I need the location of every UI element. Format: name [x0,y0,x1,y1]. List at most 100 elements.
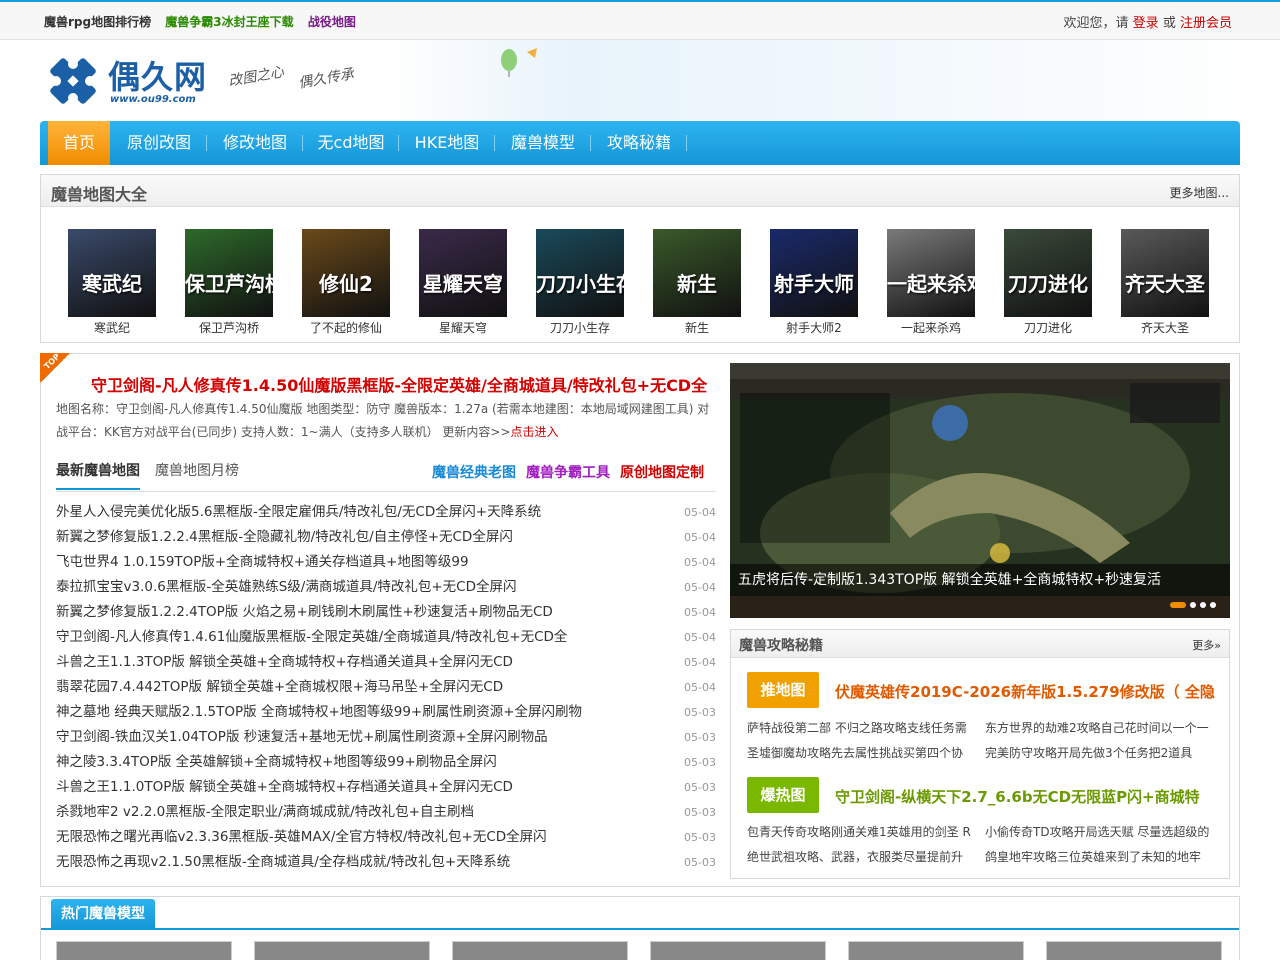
more-maps-link[interactable]: 更多地图... [1170,184,1229,201]
map-thumb-image[interactable]: 寒武纪 [68,229,156,317]
map-thumb[interactable]: 新生 新生 [653,229,741,336]
guide-item[interactable]: 小偷传奇TD攻略开局选天赋 尽量选超级的 [985,823,1211,840]
nav-guides[interactable]: 攻略秘籍 [598,121,680,165]
list-item[interactable]: 杀戮地牢2 v2.2.0黑框版-全限定职业/满商城成就/特改礼包+自主刷档 05-… [56,800,716,825]
download-link[interactable]: 魔兽争霸3冰封王座下载 [165,15,293,29]
map-thumb-image[interactable]: 射手大师 [770,229,858,317]
map-thumb-caption[interactable]: 刀刀小生存 [536,319,624,336]
list-item-title[interactable]: 守卫剑阁-凡人修真传1.4.61仙魔版黑框版-全限定英雄/全商城道具/特改礼包+… [56,629,567,645]
list-item-title[interactable]: 斗兽之王1.1.0TOP版 解锁全英雄+全商城特权+存档通关道具+全屏闪无CD [56,779,513,795]
list-item-title[interactable]: 神之陵3.3.4TOP版 全英雄解锁+全商城特权+地图等级99+刷物品全屏闪 [56,754,497,770]
custom-map-link[interactable]: 原创地图定制 [620,462,704,482]
map-thumb-image[interactable]: 刀刀进化 [1004,229,1092,317]
guide-item[interactable]: 绝世武祖攻略、武器，衣服类尽量提前升 [747,848,973,865]
list-item-title[interactable]: 外星人入侵完美优化版5.6黑框版-全限定雇佣兵/特改礼包/无CD全屏闪+天降系统 [56,504,541,520]
slide-dot[interactable] [1210,602,1216,608]
model-thumbnail[interactable] [254,941,430,960]
nav-nocd[interactable]: 无cd地图 [310,121,392,165]
slideshow[interactable]: 五虎将后传-定制版1.343TOP版 解锁全英雄+全商城特权+秒速复活 [730,363,1230,618]
list-item[interactable]: 神之墓地 经典天赋版2.1.5TOP版 全商城特权+地图等级99+刷属性刷资源+… [56,700,716,725]
model-thumbnail[interactable] [650,941,826,960]
list-item-title[interactable]: 守卫剑阁-铁血汉关1.04TOP版 秒速复活+基地无忧+刷属性刷资源+全屏闪刷物… [56,729,548,745]
list-item[interactable]: 新翼之梦修复版1.2.2.4黑框版-全隐藏礼物/特改礼包/自主停怪+无CD全屏闪… [56,525,716,550]
nav-models[interactable]: 魔兽模型 [502,121,584,165]
burst-guide-title[interactable]: 守卫剑阁-纵横天下2.7_6.6b无CD无限蓝P闪+商城特 [835,786,1215,807]
guide-item[interactable]: 萨特战役第二部 不归之路攻略支线任务需 [747,719,973,736]
list-item-title[interactable]: 斗兽之王1.1.3TOP版 解锁全英雄+全商城特权+存档通关道具+全屏闪无CD [56,654,513,670]
site-logo[interactable]: 偶久网 www.ou99.com [44,50,224,112]
list-item[interactable]: 翡翠花园7.4.442TOP版 解锁全英雄+全商城权限+海马吊坠+全屏闪无CD 0… [56,675,716,700]
list-item[interactable]: 泰拉抓宝宝v3.0.6黑框版-全英雄熟练S级/满商城道具/特改礼包+无CD全屏闪… [56,575,716,600]
guide-item[interactable]: 包青天传奇攻略刚通关难1英雄用的剑圣 R [747,823,973,840]
enter-link[interactable]: 点击进入 [511,425,559,439]
featured-headline[interactable]: 守卫剑阁-凡人修真传1.4.50仙魔版黑框版-全限定英雄/全商城道具/特改礼包+… [91,372,707,396]
map-thumb[interactable]: 保卫芦沟桥保卫芦沟桥 [185,229,273,336]
map-thumb-image[interactable]: 星耀天穹 [419,229,507,317]
list-item-title[interactable]: 神之墓地 经典天赋版2.1.5TOP版 全商城特权+地图等级99+刷属性刷资源+… [56,704,582,720]
slide-dot[interactable] [1190,602,1196,608]
register-link[interactable]: 注册会员 [1180,16,1232,31]
list-item-title[interactable]: 杀戮地牢2 v2.2.0黑框版-全限定职业/满商城成就/特改礼包+自主刷档 [56,804,474,820]
list-item-title[interactable]: 翡翠花园7.4.442TOP版 解锁全英雄+全商城权限+海马吊坠+全屏闪无CD [56,679,503,695]
map-thumb-caption[interactable]: 射手大师2 [770,319,858,336]
map-thumb-caption[interactable]: 星耀天穹 [419,319,507,336]
map-thumb-caption[interactable]: 齐天大圣 [1121,319,1209,336]
model-thumbnail[interactable] [56,941,232,960]
list-item-title[interactable]: 无限恐怖之曙光再临v2.3.36黑框版-英雄MAX/全官方特权/特改礼包+无CD… [56,829,547,845]
slideshow-caption[interactable]: 五虎将后传-定制版1.343TOP版 解锁全英雄+全商城特权+秒速复活 [730,564,1230,596]
list-item-title[interactable]: 泰拉抓宝宝v3.0.6黑框版-全英雄熟练S级/满商城道具/特改礼包+无CD全屏闪 [56,579,517,595]
classic-maps-link[interactable]: 魔兽经典老图 [432,462,516,482]
list-item-title[interactable]: 新翼之梦修复版1.2.2.4TOP版 火焰之易+刷钱刷木刷属性+秒速复活+刷物品… [56,604,553,620]
map-thumb-caption[interactable]: 保卫芦沟桥 [185,319,273,336]
map-thumb[interactable]: 射手大师射手大师2 [770,229,858,336]
nav-original[interactable]: 原创改图 [118,121,200,165]
map-thumb[interactable]: 星耀天穹 星耀天穹 [419,229,507,336]
map-thumb-caption[interactable]: 寒武纪 [68,319,156,336]
list-item[interactable]: 守卫剑阁-铁血汉关1.04TOP版 秒速复活+基地无忧+刷属性刷资源+全屏闪刷物… [56,725,716,750]
map-thumb[interactable]: 寒武纪 寒武纪 [68,229,156,336]
list-item[interactable]: 守卫剑阁-凡人修真传1.4.61仙魔版黑框版-全限定英雄/全商城道具/特改礼包+… [56,625,716,650]
map-thumb-caption[interactable]: 了不起的修仙 [302,319,390,336]
guide-item[interactable]: 圣墟御魔劫攻略先去属性挑战买第四个协 [747,744,973,761]
guide-item[interactable]: 鸽皇地牢攻略三位英雄来到了未知的地牢 [985,848,1211,865]
nav-modified[interactable]: 修改地图 [214,121,296,165]
slide-dot[interactable] [1200,602,1206,608]
tools-link[interactable]: 魔兽争霸工具 [526,462,610,482]
map-thumb[interactable]: 修仙2 了不起的修仙 [302,229,390,336]
list-item[interactable]: 斗兽之王1.1.3TOP版 解锁全英雄+全商城特权+存档通关道具+全屏闪无CD 0… [56,650,716,675]
map-thumb-image[interactable]: 修仙2 [302,229,390,317]
map-thumb[interactable]: 一起来杀鸡一起来杀鸡 [887,229,975,336]
map-thumb-caption[interactable]: 刀刀进化 [1004,319,1092,336]
map-thumb-image[interactable]: 一起来杀鸡 [887,229,975,317]
map-thumb-image[interactable]: 保卫芦沟桥 [185,229,273,317]
nav-home[interactable]: 首页 [48,121,110,165]
list-item-title[interactable]: 飞屯世界4 1.0.159TOP版+全商城特权+通关存档道具+地图等级99 [56,554,469,570]
guide-item[interactable]: 东方世界的劫难2攻略自己花时间以一个一 [985,719,1211,736]
model-thumbnail[interactable] [452,941,628,960]
list-item-title[interactable]: 新翼之梦修复版1.2.2.4黑框版-全隐藏礼物/特改礼包/自主停怪+无CD全屏闪 [56,529,513,545]
list-item[interactable]: 无限恐怖之曙光再临v2.3.36黑框版-英雄MAX/全官方特权/特改礼包+无CD… [56,825,716,850]
list-item[interactable]: 飞屯世界4 1.0.159TOP版+全商城特权+通关存档道具+地图等级99 05-… [56,550,716,575]
list-item-title[interactable]: 无限恐怖之再现v2.1.50黑框版-全商城道具/全存档成就/特改礼包+天降系统 [56,854,510,870]
list-item[interactable]: 新翼之梦修复版1.2.2.4TOP版 火焰之易+刷钱刷木刷属性+秒速复活+刷物品… [56,600,716,625]
guides-more-link[interactable]: 更多» [1192,637,1221,653]
map-thumb-caption[interactable]: 一起来杀鸡 [887,319,975,336]
model-thumbnail[interactable] [848,941,1024,960]
tab-latest[interactable]: 最新魔兽地图 [56,460,140,490]
login-link[interactable]: 登录 [1133,16,1159,31]
hot-guide-title[interactable]: 伏魔英雄传2019C-2026新年版1.5.279修改版（ 全隐 [835,681,1215,702]
campaign-link[interactable]: 战役地图 [308,15,356,29]
list-item[interactable]: 无限恐怖之再现v2.1.50黑框版-全商城道具/全存档成就/特改礼包+天降系统 0… [56,850,716,875]
list-item[interactable]: 外星人入侵完美优化版5.6黑框版-全限定雇佣兵/特改礼包/无CD全屏闪+天降系统… [56,500,716,525]
model-thumbnail[interactable] [1046,941,1222,960]
list-item[interactable]: 斗兽之王1.1.0TOP版 解锁全英雄+全商城特权+存档通关道具+全屏闪无CD 0… [56,775,716,800]
map-thumb[interactable]: 刀刀进化 刀刀进化 [1004,229,1092,336]
map-thumb[interactable]: 刀刀小生存刀刀小生存 [536,229,624,336]
guide-item[interactable]: 完美防守攻略开局先做3个任务把2道具 [985,744,1211,761]
map-thumb-caption[interactable]: 新生 [653,319,741,336]
map-thumb-image[interactable]: 刀刀小生存 [536,229,624,317]
map-thumb[interactable]: 齐天大圣 齐天大圣 [1121,229,1209,336]
rank-link[interactable]: 魔兽rpg地图排行榜 [44,15,151,29]
map-thumb-image[interactable]: 齐天大圣 [1121,229,1209,317]
list-item[interactable]: 神之陵3.3.4TOP版 全英雄解锁+全商城特权+地图等级99+刷物品全屏闪 05… [56,750,716,775]
